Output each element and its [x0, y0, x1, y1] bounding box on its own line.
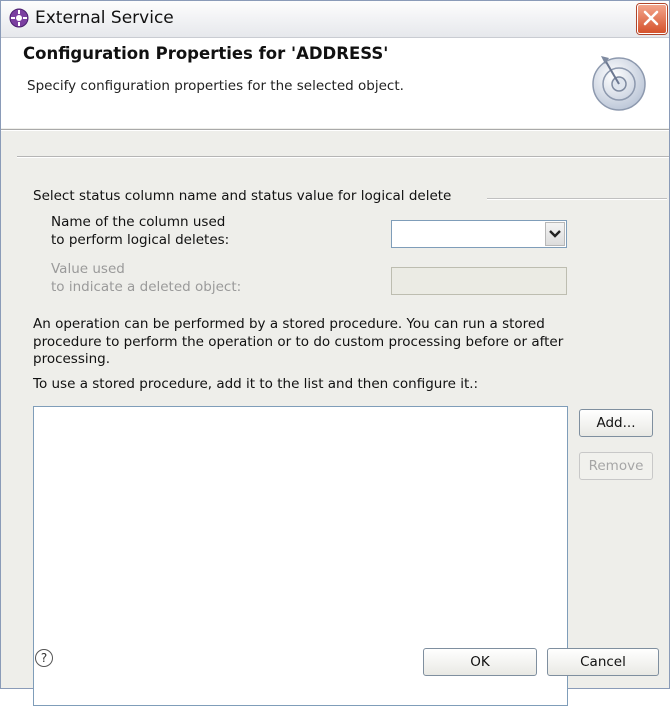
external-service-dialog: External Service Configuration Propertie… [0, 0, 670, 706]
service-gear-icon [9, 8, 29, 28]
content-separator [17, 156, 669, 158]
header-separator [1, 129, 669, 131]
deleted-value-field[interactable] [391, 267, 567, 295]
remove-button[interactable]: Remove [579, 452, 653, 480]
cancel-button[interactable]: Cancel [547, 648, 659, 676]
add-button[interactable]: Add... [579, 409, 653, 437]
value-label-line1: Value used [51, 261, 125, 277]
wizard-header: Configuration Properties for 'ADDRESS' S… [1, 38, 669, 128]
dropdown-button[interactable] [545, 222, 565, 246]
description-line-1: An operation can be performed by a store… [33, 316, 545, 332]
logical-delete-column-select[interactable] [391, 220, 567, 248]
column-label-line2: to perform logical deletes: [51, 232, 230, 248]
chevron-down-icon [549, 230, 561, 238]
close-icon [643, 10, 659, 26]
wizard-banner-icon [592, 56, 646, 111]
window-title: External Service [35, 8, 174, 28]
ok-button[interactable]: OK [423, 648, 537, 676]
page-title: Configuration Properties for 'ADDRESS' [23, 44, 389, 63]
description-line-2: procedure to perform the operation or to… [33, 333, 564, 350]
value-label-line2: to indicate a deleted object: [51, 279, 242, 295]
title-bar[interactable]: External Service [1, 1, 669, 38]
column-label-line1: Name of the column used [51, 214, 226, 230]
logical-delete-group-title: Select status column name and status val… [33, 188, 460, 204]
stored-procedure-instruction: To use a stored procedure, add it to the… [33, 376, 479, 392]
description-line-3: processing. [33, 351, 111, 367]
close-button[interactable] [637, 4, 667, 34]
page-description: Specify configuration properties for the… [27, 78, 404, 94]
group-rule [487, 198, 667, 200]
help-icon[interactable]: ? [35, 649, 53, 667]
stored-procedure-description: An operation can be performed by a store… [33, 316, 643, 369]
